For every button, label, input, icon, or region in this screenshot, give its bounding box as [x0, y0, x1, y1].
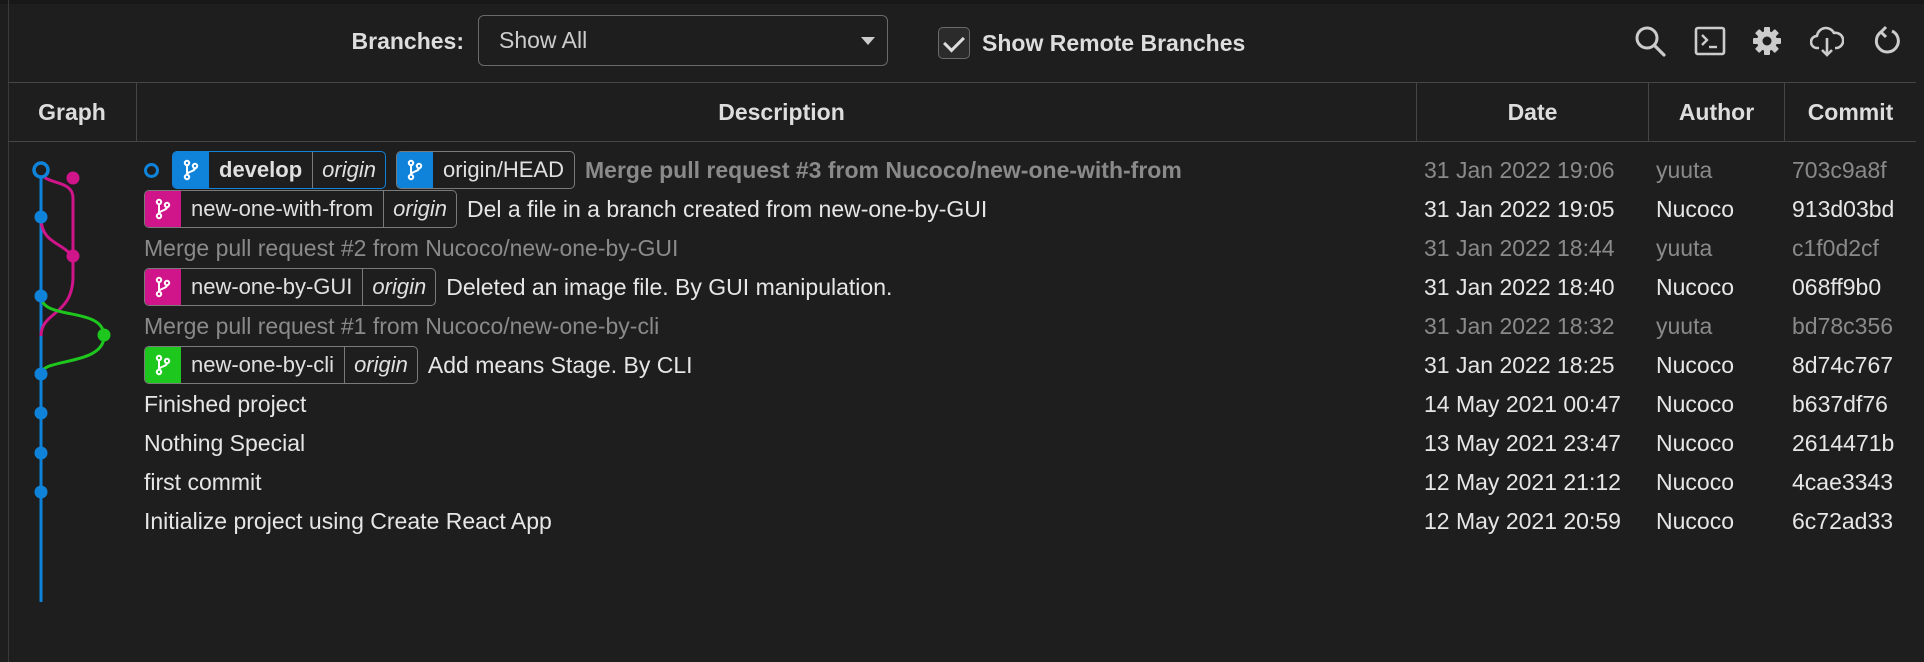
table-row[interactable]: Initialize project using Create React Ap…: [0, 497, 1924, 545]
branches-dropdown[interactable]: Show All: [478, 15, 888, 66]
branch-label-new-one-by-gui[interactable]: new-one-by-GUI origin: [144, 268, 437, 306]
branch-label-new-one-with-from[interactable]: new-one-with-from origin: [144, 190, 457, 228]
branch-icon: [173, 152, 209, 188]
commit-date: 12 May 2021 20:59: [1424, 508, 1621, 534]
gear-icon[interactable]: [1750, 24, 1784, 58]
branch-label-develop[interactable]: develop origin: [172, 151, 386, 189]
branch-icon: [145, 269, 181, 305]
column-header-author[interactable]: Author: [1648, 83, 1784, 141]
refresh-icon[interactable]: [1870, 24, 1904, 58]
branch-icon: [145, 347, 181, 383]
column-header-graph[interactable]: Graph: [8, 83, 136, 141]
terminal-icon[interactable]: [1693, 24, 1727, 58]
branches-dropdown-value: Show All: [499, 27, 588, 53]
table-header: Graph Description Date Author Commit: [8, 82, 1916, 142]
show-remote-branches-label[interactable]: Show Remote Branches: [982, 28, 1245, 58]
branches-label: Branches:: [351, 28, 464, 54]
column-header-description[interactable]: Description: [136, 83, 1426, 141]
chevron-down-icon: [861, 37, 875, 45]
head-indicator-icon: [144, 162, 159, 178]
column-header-date[interactable]: Date: [1416, 83, 1648, 141]
commit-author: Nucoco: [1656, 508, 1734, 534]
control-bar: Branches: Show All Show Remote Branches: [0, 0, 1924, 82]
branch-icon: [145, 191, 181, 227]
commit-hash: 6c72ad33: [1792, 508, 1894, 534]
branch-label-origin-head[interactable]: origin/HEAD: [395, 151, 575, 189]
search-icon[interactable]: [1633, 24, 1667, 58]
show-remote-branches-checkbox[interactable]: [938, 27, 970, 59]
column-header-commit[interactable]: Commit: [1784, 83, 1916, 141]
commit-description: Initialize project using Create React Ap…: [144, 497, 1414, 545]
commit-message: Initialize project using Create React Ap…: [144, 508, 552, 534]
cloud-download-icon[interactable]: [1810, 24, 1844, 58]
branch-label-new-one-by-cli[interactable]: new-one-by-cli origin: [144, 346, 418, 384]
checkmark-icon: [943, 30, 965, 53]
branch-icon: [396, 152, 433, 188]
